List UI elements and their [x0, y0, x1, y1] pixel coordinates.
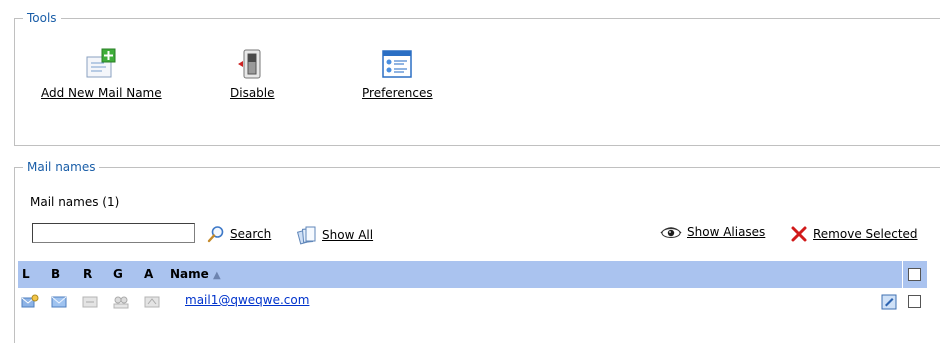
add-mail-name-label: Add New Mail Name	[41, 86, 162, 100]
mail-redirect-icon[interactable]	[21, 294, 39, 310]
switch-off-icon	[238, 49, 261, 79]
column-a[interactable]: A	[144, 267, 153, 281]
select-all-checkbox[interactable]	[908, 268, 921, 281]
preferences-button[interactable]: Preferences	[362, 48, 433, 100]
disable-button[interactable]: Disable	[230, 48, 275, 100]
column-name-label: Name	[170, 267, 209, 281]
tools-panel: Tools Add New Mail Name Disable Preferen…	[14, 11, 940, 146]
column-l[interactable]: L	[22, 267, 30, 281]
mail-name-link[interactable]: mail1@qweqwe.com	[185, 293, 309, 307]
show-all-label: Show All	[322, 228, 374, 242]
show-aliases-button[interactable]: Show Aliases	[660, 225, 765, 239]
table-row: mail1@qweqwe.com	[18, 288, 927, 315]
preferences-label: Preferences	[362, 86, 433, 100]
eye-icon	[660, 227, 682, 238]
row-checkbox[interactable]	[908, 295, 921, 308]
disable-label: Disable	[230, 86, 275, 100]
search-icon	[207, 226, 224, 243]
search-button[interactable]: Search	[207, 225, 271, 243]
remove-selected-button[interactable]: Remove Selected	[790, 225, 918, 243]
sort-ascending-icon: ▲	[212, 270, 221, 281]
column-name[interactable]: Name ▲	[170, 267, 221, 281]
column-g[interactable]: G	[113, 267, 123, 281]
edit-icon[interactable]	[881, 294, 897, 310]
mailbox-icon[interactable]	[50, 294, 68, 310]
group-disabled-icon[interactable]	[112, 294, 130, 310]
autoresponder-disabled-icon[interactable]	[143, 294, 161, 310]
add-mail-name-button[interactable]: Add New Mail Name	[41, 48, 162, 100]
tools-legend: Tools	[23, 11, 61, 25]
mail-names-legend: Mail names	[23, 160, 100, 174]
add-mail-icon	[86, 48, 116, 78]
mail-names-count: Mail names (1)	[30, 195, 120, 209]
show-all-icon	[297, 226, 316, 245]
remove-x-icon	[791, 226, 807, 242]
search-input[interactable]	[32, 223, 195, 243]
remove-selected-label: Remove Selected	[813, 227, 918, 241]
search-label: Search	[230, 227, 272, 241]
redirect-disabled-icon[interactable]	[81, 294, 99, 310]
mail-names-panel: Mail names Mail names (1) Search Show Al…	[14, 160, 940, 343]
table-header: L B R G A Name ▲	[18, 261, 927, 288]
column-r[interactable]: R	[83, 267, 92, 281]
header-separator	[902, 261, 903, 288]
preferences-icon	[382, 50, 413, 78]
show-all-button[interactable]: Show All	[297, 225, 373, 245]
column-b[interactable]: B	[51, 267, 60, 281]
show-aliases-label: Show Aliases	[687, 225, 766, 239]
